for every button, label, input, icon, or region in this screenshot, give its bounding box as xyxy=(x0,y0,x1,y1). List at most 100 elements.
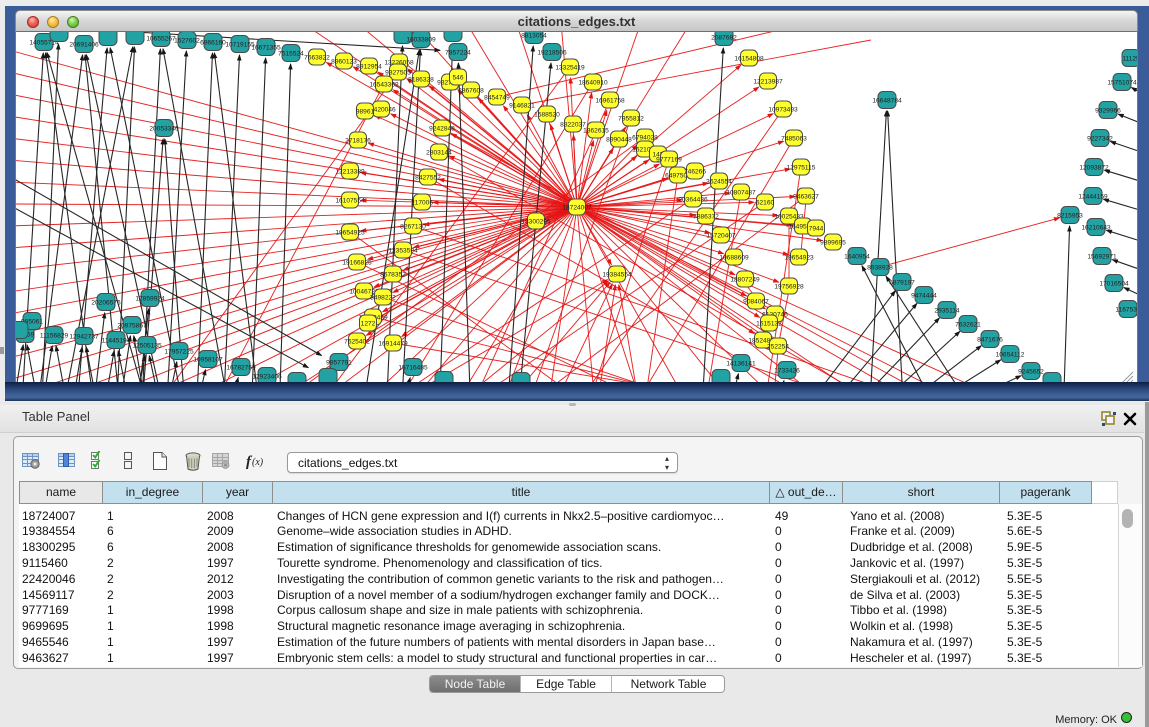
svg-text:62160: 62160 xyxy=(756,200,775,207)
svg-text:16033809: 16033809 xyxy=(406,37,436,44)
svg-text:17957225: 17957225 xyxy=(164,349,194,356)
svg-text:1527602: 1527602 xyxy=(174,38,200,45)
svg-text:2803144: 2803144 xyxy=(426,150,452,157)
svg-text:11125: 11125 xyxy=(1122,56,1138,63)
svg-text:20053346: 20053346 xyxy=(149,126,179,133)
svg-text:9242848: 9242848 xyxy=(429,126,455,133)
svg-text:2718176: 2718176 xyxy=(345,138,371,145)
svg-text:17859924: 17859924 xyxy=(135,296,165,303)
svg-text:9777169: 9777169 xyxy=(656,157,682,164)
svg-text:8267130: 8267130 xyxy=(400,224,426,231)
svg-text:9146821: 9146821 xyxy=(509,103,535,110)
svg-text:8938928: 8938928 xyxy=(867,265,893,272)
svg-text:217006: 217006 xyxy=(411,200,433,207)
svg-text:3498222: 3498222 xyxy=(370,295,396,302)
svg-text:16648784: 16648784 xyxy=(872,98,902,105)
svg-text:2087682: 2087682 xyxy=(711,35,737,42)
svg-text:15751074: 15751074 xyxy=(1107,80,1137,87)
svg-text:3624554: 3624554 xyxy=(706,179,732,186)
svg-text:20206576: 20206576 xyxy=(91,300,121,307)
svg-text:19218506: 19218506 xyxy=(537,50,567,57)
svg-text:19654923: 19654923 xyxy=(784,255,814,262)
svg-text:10973493: 10973493 xyxy=(768,107,798,114)
svg-text:9899695: 9899695 xyxy=(820,240,846,247)
svg-text:8454749: 8454749 xyxy=(484,95,510,102)
svg-text:8960123: 8960123 xyxy=(331,59,357,66)
svg-text:8471676: 8471676 xyxy=(977,337,1003,344)
svg-text:16671355: 16671355 xyxy=(251,45,281,52)
svg-text:252254: 252254 xyxy=(767,344,789,351)
svg-text:8186328: 8186328 xyxy=(408,77,434,84)
svg-text:2935114: 2935114 xyxy=(934,308,960,315)
svg-text:2867608: 2867608 xyxy=(458,88,484,95)
svg-text:1167533: 1167533 xyxy=(1115,307,1138,314)
svg-text:12353594: 12353594 xyxy=(388,248,418,255)
svg-text:7944: 7944 xyxy=(809,226,824,233)
svg-text:9474444: 9474444 xyxy=(911,293,937,300)
svg-text:19384554: 19384554 xyxy=(602,272,632,279)
svg-text:9227342: 9227342 xyxy=(1087,136,1113,143)
svg-text:8990448: 8990448 xyxy=(606,137,632,144)
svg-text:15692971: 15692971 xyxy=(1087,254,1117,261)
svg-text:1615132: 1615132 xyxy=(756,321,782,328)
svg-text:1640954: 1640954 xyxy=(844,254,870,261)
svg-text:10655267: 10655267 xyxy=(146,36,176,43)
svg-text:16961758: 16961758 xyxy=(595,98,625,105)
svg-text:16210643: 16210643 xyxy=(1081,225,1111,232)
svg-text:18724007: 18724007 xyxy=(562,205,592,212)
svg-text:12942737: 12942737 xyxy=(69,334,99,341)
svg-text:8678352: 8678352 xyxy=(380,272,406,279)
svg-text:7485063: 7485063 xyxy=(781,136,807,143)
svg-text:12213389: 12213389 xyxy=(335,169,365,176)
svg-text:18807249: 18807249 xyxy=(730,277,760,284)
svg-text:11156829: 11156829 xyxy=(40,333,69,340)
svg-text:12975115: 12975115 xyxy=(787,165,816,172)
svg-text:6879197: 6879197 xyxy=(889,280,915,287)
svg-text:20691406: 20691406 xyxy=(69,42,99,49)
svg-text:98961: 98961 xyxy=(356,109,375,116)
svg-text:10654112: 10654112 xyxy=(996,352,1025,359)
svg-text:10958107: 10958107 xyxy=(193,357,223,364)
svg-text:6794028: 6794028 xyxy=(632,135,658,142)
svg-text:8912954: 8912954 xyxy=(356,64,382,71)
svg-text:13325419: 13325419 xyxy=(555,65,585,72)
svg-text:8215953: 8215953 xyxy=(1057,213,1083,220)
svg-text:18640910: 18640910 xyxy=(578,80,608,87)
svg-text:1272: 1272 xyxy=(361,321,376,328)
svg-text:8427552: 8427552 xyxy=(415,175,441,182)
svg-text:20364436: 20364436 xyxy=(678,197,708,204)
svg-text:9245652: 9245652 xyxy=(1018,369,1044,376)
svg-text:7886372: 7886372 xyxy=(693,214,719,221)
svg-text:14136141: 14136141 xyxy=(726,361,756,368)
svg-text:7857224: 7857224 xyxy=(445,50,471,57)
svg-text:7515524: 7515524 xyxy=(278,51,304,58)
svg-text:546: 546 xyxy=(452,75,463,82)
svg-text:19756928: 19756928 xyxy=(774,284,804,291)
svg-text:7663822: 7663822 xyxy=(304,55,330,62)
svg-text:9084067: 9084067 xyxy=(743,299,769,306)
svg-text:6966160: 6966160 xyxy=(200,40,226,47)
svg-text:7625402: 7625402 xyxy=(344,339,370,346)
svg-text:746266: 746266 xyxy=(684,169,706,176)
svg-text:12444159: 12444159 xyxy=(1078,194,1108,201)
svg-text:20975867: 20975867 xyxy=(117,323,147,330)
svg-text:7632621: 7632621 xyxy=(955,322,981,329)
svg-text:1362615: 1362615 xyxy=(583,128,609,135)
svg-text:8813054: 8813054 xyxy=(521,33,547,40)
svg-text:10688609: 10688609 xyxy=(719,255,749,262)
svg-text:16543362: 16543362 xyxy=(369,82,399,89)
svg-text:19166825: 19166825 xyxy=(342,260,372,267)
svg-text:12213987: 12213987 xyxy=(753,79,783,86)
svg-text:19654925: 19654925 xyxy=(335,230,365,237)
svg-text:9463627: 9463627 xyxy=(793,194,819,201)
svg-text:12923406: 12923406 xyxy=(252,374,282,381)
svg-text:18300295: 18300295 xyxy=(521,219,551,226)
svg-text:16107554: 16107554 xyxy=(335,198,365,205)
svg-text:12505135: 12505135 xyxy=(132,343,162,350)
svg-text:15716485: 15716485 xyxy=(398,365,428,372)
svg-text:15720407: 15720407 xyxy=(706,233,736,240)
svg-text:(x): (x) xyxy=(252,457,264,468)
svg-text:10807487: 10807487 xyxy=(726,190,756,197)
svg-text:1733426: 1733426 xyxy=(774,368,800,375)
svg-text:9329966: 9329966 xyxy=(1095,108,1121,115)
